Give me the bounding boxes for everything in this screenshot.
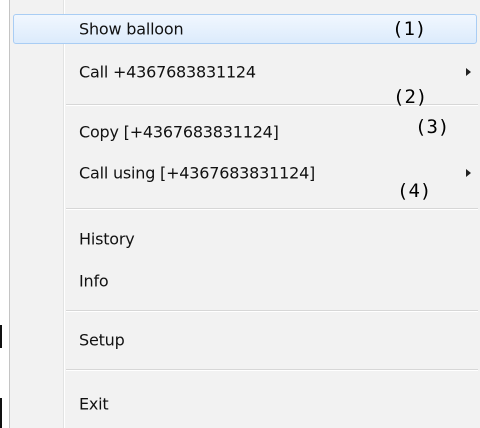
menu-item-history[interactable]: History xyxy=(13,224,477,254)
menu-item-exit[interactable]: Exit xyxy=(13,389,477,419)
menu-item-label: Setup xyxy=(79,330,125,350)
menu-item-label: Call using [+4367683831124] xyxy=(79,163,316,183)
menu-item-label: Copy [+4367683831124] xyxy=(79,122,279,142)
annotation-1: (1) xyxy=(392,18,427,40)
menu-item-info[interactable]: Info xyxy=(13,266,477,296)
menu-item-call-number[interactable]: Call +4367683831124 xyxy=(13,57,477,87)
menu-item-setup[interactable]: Setup xyxy=(13,325,477,355)
menu-separator xyxy=(66,310,478,312)
window-edge-bottom xyxy=(0,398,2,428)
menu-item-label: Call +4367683831124 xyxy=(79,62,256,82)
menu-separator xyxy=(66,369,478,371)
menu-item-copy-number[interactable]: Copy [+4367683831124] xyxy=(13,117,477,147)
submenu-arrow-icon xyxy=(466,169,471,177)
menu-separator xyxy=(66,208,478,210)
window-edge-top xyxy=(0,325,2,348)
annotation-3: (3) xyxy=(415,116,450,138)
context-menu: Show balloon Call +4367683831124 Copy [+… xyxy=(9,0,480,428)
menu-item-label: History xyxy=(79,229,135,249)
menu-item-label: Info xyxy=(79,271,109,291)
annotation-2: (2) xyxy=(393,86,428,108)
annotation-4: (4) xyxy=(397,180,432,202)
menu-item-label: Show balloon xyxy=(79,19,184,39)
menu-item-label: Exit xyxy=(79,394,109,414)
submenu-arrow-icon xyxy=(466,68,471,76)
